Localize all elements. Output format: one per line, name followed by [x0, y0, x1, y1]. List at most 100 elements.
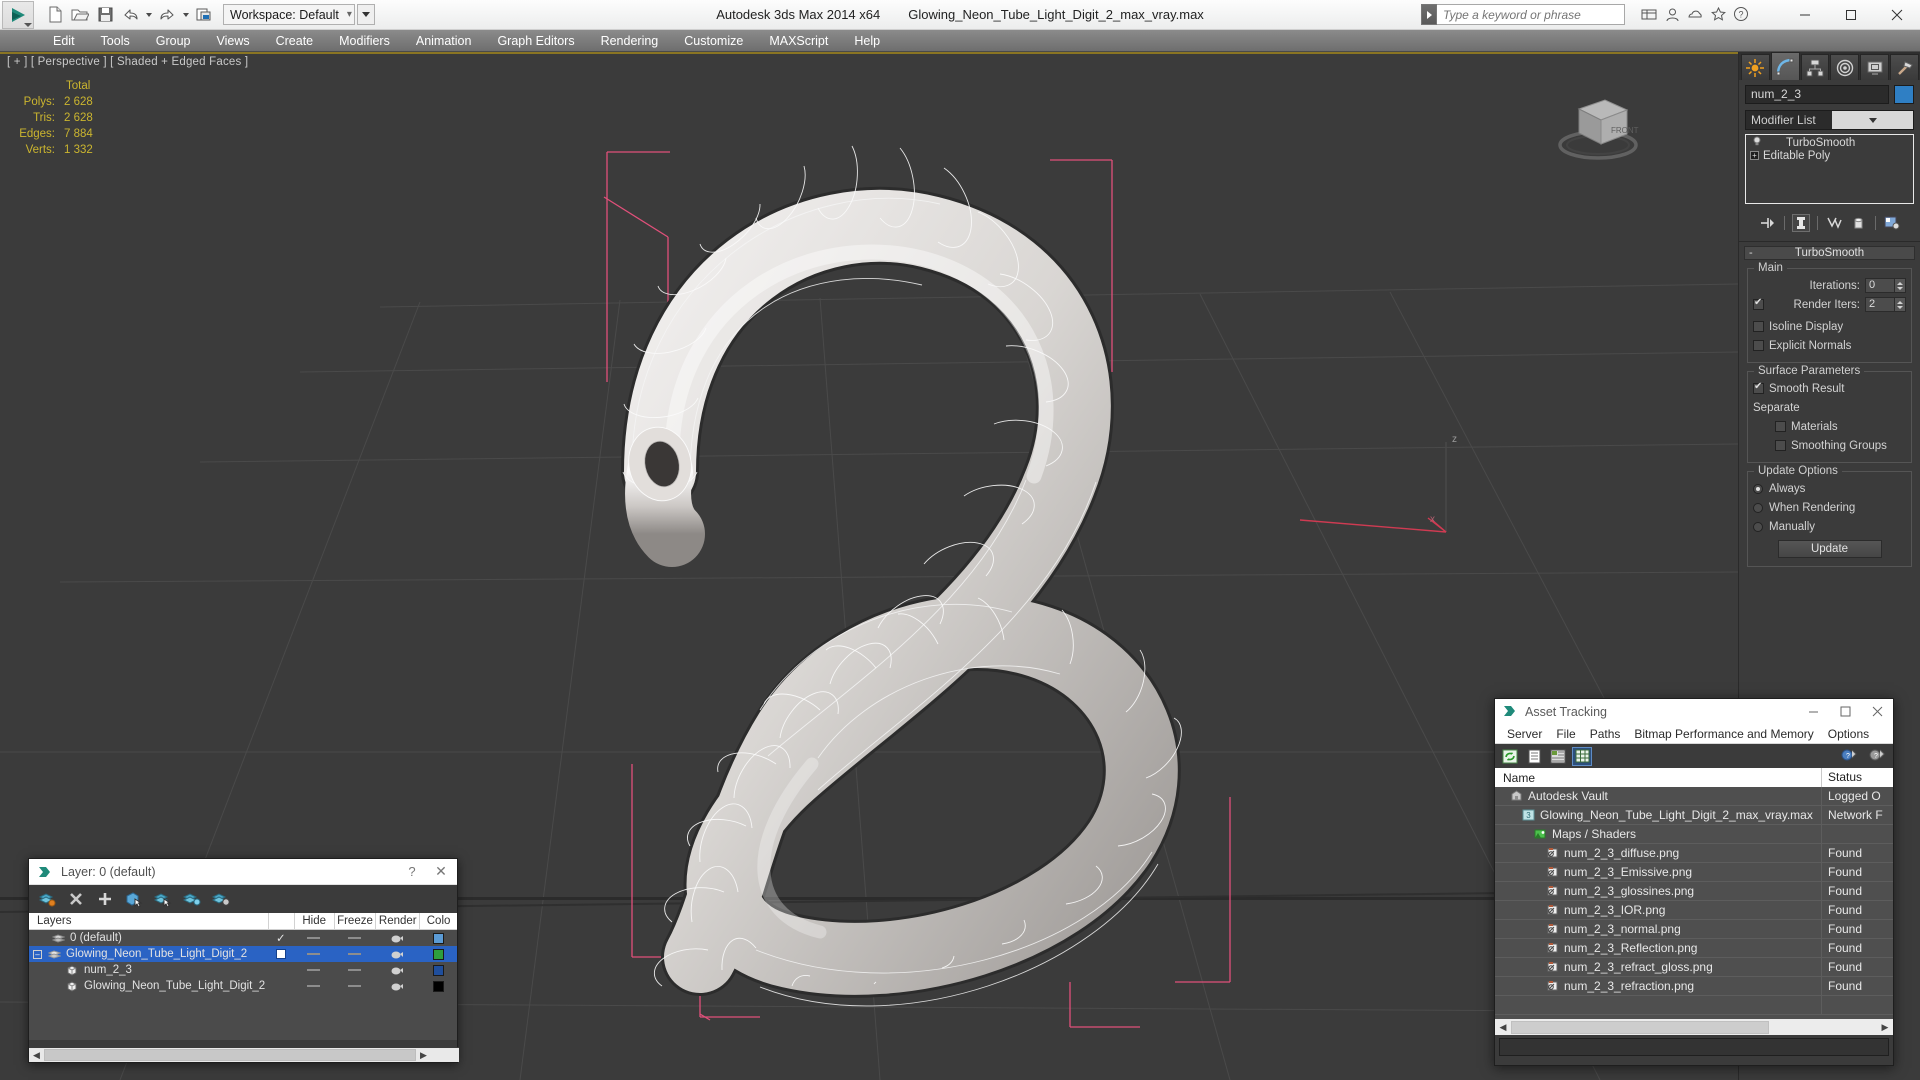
- smoothing-groups-checkbox[interactable]: [1775, 440, 1786, 451]
- menu-item-customize[interactable]: Customize: [671, 30, 756, 52]
- table-row[interactable]: num_2_3_refraction.png Found: [1495, 977, 1893, 996]
- display-tab[interactable]: [1860, 54, 1889, 80]
- menu-item-maxscript[interactable]: MAXScript: [756, 30, 841, 52]
- layer-freeze-toggle[interactable]: [334, 946, 376, 962]
- search-expand-icon[interactable]: [1421, 4, 1437, 25]
- asset-menu-bitmap-performance[interactable]: Bitmap Performance and Memory: [1627, 727, 1820, 741]
- asset-menu-file[interactable]: File: [1549, 727, 1582, 741]
- scrollbar-thumb[interactable]: [1511, 1021, 1769, 1034]
- layer-color-swatch[interactable]: [419, 946, 457, 962]
- menu-item-graph-editors[interactable]: Graph Editors: [484, 30, 587, 52]
- rollout-collapse-icon[interactable]: -: [1749, 247, 1753, 259]
- table-row[interactable]: num_2_3_normal.png Found: [1495, 920, 1893, 939]
- autodesk-360-icon[interactable]: [1686, 5, 1704, 23]
- make-unique-icon[interactable]: [1825, 214, 1843, 232]
- detail-view-icon[interactable]: [1548, 747, 1568, 766]
- update-option-when-rendering[interactable]: When Rendering: [1753, 499, 1906, 516]
- render-iters-spinner[interactable]: [1895, 297, 1906, 312]
- table-row[interactable]: Maps / Shaders: [1495, 825, 1893, 844]
- always-radio[interactable]: [1753, 484, 1763, 494]
- exchange-app-store-icon[interactable]: [1640, 5, 1658, 23]
- update-option-always[interactable]: Always: [1753, 480, 1906, 497]
- table-row[interactable]: num_2_3_refract_gloss.png Found: [1495, 958, 1893, 977]
- menu-item-edit[interactable]: Edit: [40, 30, 88, 52]
- select-highlighted-objects-icon[interactable]: [153, 889, 173, 909]
- layer-freeze-toggle[interactable]: [334, 930, 376, 946]
- layer-render-toggle[interactable]: [375, 946, 419, 962]
- create-new-layer-icon[interactable]: [37, 889, 57, 909]
- table-row[interactable]: num_2_3_Reflection.png Found: [1495, 939, 1893, 958]
- layer-column-current[interactable]: [268, 913, 294, 930]
- workspace-selector[interactable]: Workspace: Default ▾: [223, 4, 355, 25]
- configure-modifier-sets-icon[interactable]: [1883, 214, 1901, 232]
- layer-render-toggle[interactable]: [375, 962, 419, 978]
- delete-layer-icon[interactable]: [66, 889, 86, 909]
- layer-column-freeze[interactable]: Freeze: [334, 913, 376, 930]
- scroll-right-icon[interactable]: ▶: [416, 1048, 431, 1062]
- layer-current-check[interactable]: [268, 946, 294, 962]
- undo-dropdown-caret-icon[interactable]: [144, 4, 153, 26]
- open-file-icon[interactable]: [69, 4, 91, 26]
- grid-view-icon[interactable]: [1572, 747, 1592, 766]
- smoothing-groups-row[interactable]: Smoothing Groups: [1753, 437, 1906, 454]
- layer-properties-icon[interactable]: [211, 889, 231, 909]
- asset-column-name[interactable]: Name: [1495, 771, 1821, 785]
- table-row[interactable]: num_2_3_IOR.png Found: [1495, 901, 1893, 920]
- layer-hide-toggle[interactable]: [294, 962, 334, 978]
- asset-tracking-title-bar[interactable]: Asset Tracking: [1495, 699, 1893, 724]
- render-iters-checkbox[interactable]: [1753, 299, 1764, 310]
- maximize-button[interactable]: [1828, 0, 1874, 30]
- layer-hide-toggle[interactable]: [294, 946, 334, 962]
- menu-item-help[interactable]: Help: [841, 30, 893, 52]
- table-row[interactable]: num_2_3: [29, 962, 457, 978]
- highlight-selected-objects-icon[interactable]: [182, 889, 202, 909]
- menu-item-group[interactable]: Group: [143, 30, 204, 52]
- modifier-stack-item-turbosmooth[interactable]: TurboSmooth: [1747, 136, 1912, 149]
- layer-freeze-toggle[interactable]: [334, 962, 376, 978]
- menu-item-animation[interactable]: Animation: [403, 30, 485, 52]
- menu-item-create[interactable]: Create: [263, 30, 327, 52]
- asset-menu-paths[interactable]: Paths: [1583, 727, 1628, 741]
- scroll-left-icon[interactable]: ◀: [1495, 1022, 1511, 1033]
- layer-render-toggle[interactable]: [375, 930, 419, 946]
- close-button[interactable]: [1874, 0, 1920, 30]
- asset-close-button[interactable]: [1861, 699, 1893, 724]
- help-icon[interactable]: ?: [1867, 747, 1887, 766]
- scroll-right-icon[interactable]: ▶: [1877, 1022, 1893, 1033]
- utilities-tab[interactable]: [1890, 54, 1919, 80]
- modify-tab[interactable]: [1771, 52, 1800, 80]
- expand-plus-icon[interactable]: +: [1750, 151, 1759, 160]
- redo-dropdown-caret-icon[interactable]: [181, 4, 190, 26]
- table-row[interactable]: – Glowing_Neon_Tube_Light_Digit_2: [29, 946, 457, 962]
- modifier-stack-item-editable-poly[interactable]: + Editable Poly: [1747, 149, 1912, 162]
- table-row[interactable]: Glowing_Neon_Tube_Light_Digit_2: [29, 978, 457, 994]
- minimize-button[interactable]: [1782, 0, 1828, 30]
- asset-tracking-dialog[interactable]: Asset Tracking Server File Paths Bitmap …: [1494, 698, 1894, 1066]
- table-row[interactable]: 3 Glowing_Neon_Tube_Light_Digit_2_max_vr…: [1495, 806, 1893, 825]
- 3dsmax-app-logo[interactable]: [2, 1, 34, 29]
- search-box[interactable]: [1421, 4, 1625, 25]
- show-end-result-icon[interactable]: [1792, 214, 1810, 232]
- layer-hide-toggle[interactable]: [294, 978, 334, 994]
- update-option-manually[interactable]: Manually: [1753, 518, 1906, 535]
- layer-column-layers[interactable]: Layers: [29, 913, 268, 930]
- layer-color-swatch[interactable]: [419, 978, 457, 994]
- scroll-left-icon[interactable]: ◀: [29, 1048, 44, 1062]
- lightbulb-icon[interactable]: [1750, 136, 1764, 149]
- add-selection-to-layer-icon[interactable]: [95, 889, 115, 909]
- view-cube[interactable]: FRONT: [1553, 87, 1643, 172]
- sign-in-icon[interactable]: [1663, 5, 1681, 23]
- new-file-icon[interactable]: [44, 4, 66, 26]
- chevron-down-icon[interactable]: [1832, 111, 1913, 129]
- viewport-label[interactable]: [ + ] [ Perspective ] [ Shaded + Edged F…: [7, 56, 248, 68]
- layer-hide-toggle[interactable]: [294, 930, 334, 946]
- object-name-field[interactable]: num_2_3: [1745, 85, 1889, 104]
- help-icon[interactable]: ?: [1732, 5, 1750, 23]
- asset-column-status[interactable]: Status: [1821, 768, 1893, 787]
- layer-dialog[interactable]: Layer: 0 (default) ? ✕: [28, 858, 458, 1063]
- layer-column-hide[interactable]: Hide: [294, 913, 334, 930]
- scrollbar-thumb[interactable]: [44, 1049, 416, 1061]
- help-vault-icon[interactable]: ?: [1839, 747, 1859, 766]
- table-row[interactable]: 0 (default) ✓: [29, 930, 457, 946]
- layer-dialog-title-bar[interactable]: Layer: 0 (default) ? ✕: [29, 859, 457, 885]
